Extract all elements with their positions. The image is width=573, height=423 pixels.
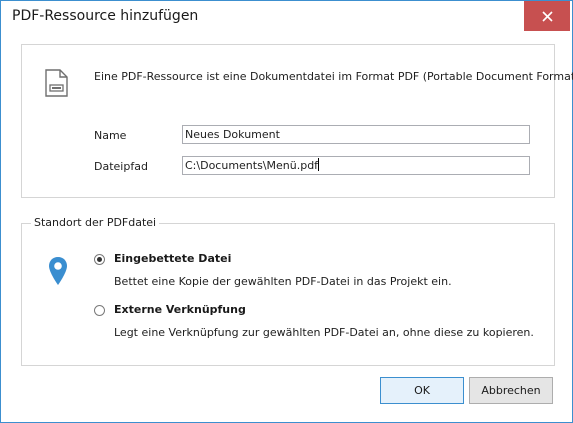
external-link-radio[interactable] [94, 305, 105, 316]
title-bar[interactable]: PDF-Ressource hinzufügen [1, 1, 572, 32]
dialog-window: PDF-Ressource hinzufügen Eine PDF-Ressou… [0, 0, 573, 423]
file-path-label: Dateipfad [94, 160, 148, 173]
file-path-input-value: C:\Documents\Menü.pdf [185, 159, 319, 172]
ok-button[interactable]: OK [380, 377, 464, 404]
embedded-file-radio[interactable] [94, 254, 105, 265]
window-title: PDF-Ressource hinzufügen [12, 8, 199, 24]
name-input[interactable]: Neues Dokument [182, 125, 530, 144]
embedded-file-option-description: Bettet eine Kopie der gewählten PDF-Date… [114, 275, 452, 288]
location-group-legend: Standort der PDFdatei [31, 216, 160, 229]
pdf-document-icon [45, 69, 68, 97]
name-label: Name [94, 129, 127, 142]
close-icon [541, 10, 553, 22]
resource-description: Eine PDF-Ressource ist eine Dokumentdate… [94, 70, 573, 83]
text-caret [318, 158, 320, 171]
dialog-content: Eine PDF-Ressource ist eine Dokumentdate… [1, 32, 573, 422]
cancel-button[interactable]: Abbrechen [469, 377, 553, 404]
radio-selected-dot [97, 257, 102, 262]
location-groupbox: Standort der PDFdatei Eingebettete Datei… [21, 216, 555, 366]
location-pin-icon [49, 257, 67, 285]
info-panel: Eine PDF-Ressource ist eine Dokumentdate… [21, 44, 573, 198]
external-link-option-description: Legt eine Verknüpfung zur gewählten PDF-… [114, 326, 534, 339]
file-path-input[interactable]: C:\Documents\Menü.pdf [182, 156, 530, 175]
external-link-option-label[interactable]: Externe Verknüpfung [114, 303, 246, 316]
name-input-value: Neues Dokument [185, 128, 280, 141]
embedded-file-option-label[interactable]: Eingebettete Datei [114, 252, 231, 265]
close-button[interactable] [524, 1, 570, 31]
